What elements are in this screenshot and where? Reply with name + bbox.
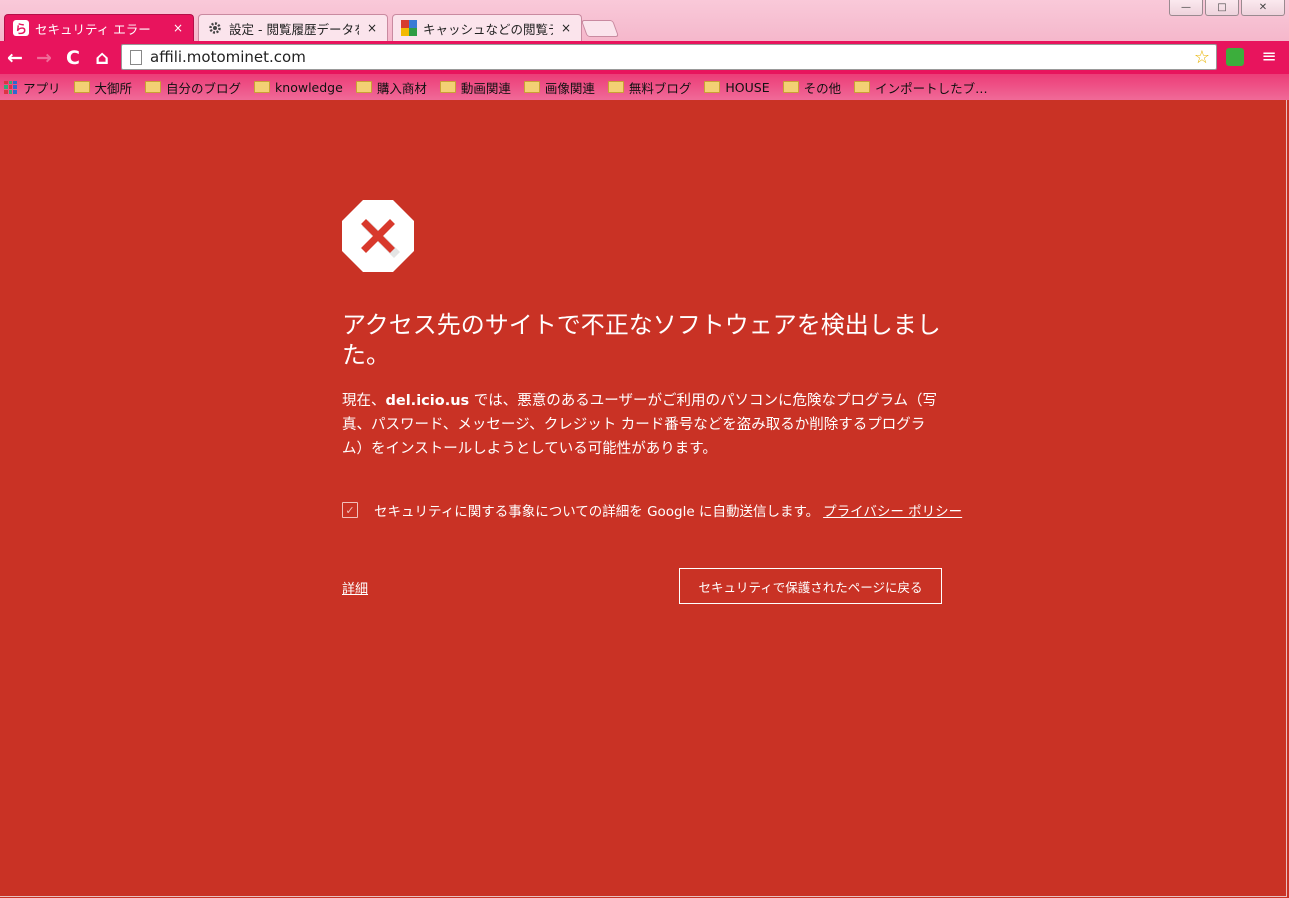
tab-close-icon[interactable]: × [365,21,379,35]
reload-button[interactable]: C [59,44,87,72]
home-button[interactable]: ⌂ [88,44,116,72]
browser-toolbar: ← → C ⌂ affili.motominet.com ☆ ≡ [0,41,1289,74]
folder-icon [523,81,540,93]
folder-icon [355,81,372,93]
page-title: アクセス先のサイトで不正なソフトウェアを検出しました。 [342,311,941,369]
bookmark-folder[interactable]: HOUSE [704,79,770,95]
bookmark-folder[interactable]: 自分のブログ [145,78,241,97]
tab-settings[interactable]: 設定 - 閲覧履歴データを × [198,14,388,41]
maximize-button[interactable]: □ [1205,0,1239,16]
tab-cache-article[interactable]: キャッシュなどの閲覧デ × [392,14,582,41]
details-link[interactable]: 詳細 [342,578,368,597]
page-icon [130,49,142,65]
bookmark-label: 無料ブログ [628,80,692,96]
bookmark-label: 動画関連 [460,80,511,96]
folder-icon [782,81,799,93]
rakuten-favicon-icon: ら [13,20,29,36]
tab-title: セキュリティ エラー [35,21,151,37]
bookmark-label: knowledge [275,79,343,95]
report-checkbox[interactable]: ✓ [342,502,358,518]
tab-close-icon[interactable]: × [171,21,185,35]
warning-explanation: 現在、del.icio.us では、悪意のあるユーザーがご利用のパソコンに危険な… [342,389,944,461]
tab-close-icon[interactable]: × [559,21,573,35]
minimize-button[interactable]: — [1169,0,1203,16]
explanation-prefix: 現在、 [342,393,386,409]
malicious-site-name: del.icio.us [385,393,470,409]
privacy-policy-link[interactable]: プライバシー ポリシー [823,500,962,520]
bookmarks-bar: アプリ 大御所 自分のブログ knowledge 購入商材 動画関連 画像関連 … [0,74,1289,100]
bookmark-star-icon[interactable]: ☆ [1190,47,1214,68]
bookmark-label: アプリ [23,80,61,96]
tab-title: 設定 - 閲覧履歴データを [229,21,359,37]
bookmark-apps[interactable]: アプリ [4,78,61,97]
tab-security-error[interactable]: ら セキュリティ エラー × [4,14,194,41]
bookmark-folder[interactable]: 動画関連 [439,78,511,97]
apps-grid-icon [4,80,17,94]
url-text[interactable]: affili.motominet.com [150,48,1190,66]
bookmark-label: インポートしたブ… [875,80,988,96]
back-to-safety-button[interactable]: セキュリティで保護されたページに戻る [679,568,942,604]
menu-icon[interactable]: ≡ [1258,46,1280,68]
forward-button[interactable]: → [30,44,58,72]
folder-icon [145,81,162,93]
new-tab-button[interactable] [580,20,620,37]
bookmark-folder[interactable]: 画像関連 [523,78,595,97]
bookmark-folder[interactable]: インポートしたブ… [854,78,988,97]
folder-icon [854,81,871,93]
bookmark-folder[interactable]: 無料ブログ [607,78,692,97]
address-bar[interactable]: affili.motominet.com ☆ [121,44,1217,70]
bookmark-label: 購入商材 [376,80,427,96]
report-label: セキュリティに関する事象についての詳細を Google に自動送信します。 [374,504,820,520]
bookmark-folder[interactable]: 大御所 [73,78,133,97]
tab-title: キャッシュなどの閲覧デ [423,21,553,37]
gear-icon [207,20,223,36]
folder-icon [254,81,271,93]
back-button[interactable]: ← [1,44,29,72]
bookmark-label: その他 [803,80,842,96]
bookmark-folder[interactable]: 購入商材 [355,78,427,97]
malware-warning-icon [342,200,414,272]
folder-icon [704,81,721,93]
report-option: ✓ セキュリティに関する事象についての詳細を Google に自動送信します。 … [342,500,962,520]
malware-warning-page: アクセス先のサイトで不正なソフトウェアを検出しました。 現在、del.icio.… [0,100,1287,897]
bookmark-folder[interactable]: knowledge [254,80,343,95]
bookmark-folder[interactable]: その他 [782,78,842,97]
bookmark-label: 自分のブログ [166,80,242,96]
close-window-button[interactable]: ✕ [1241,0,1285,16]
bookmark-label: 大御所 [94,80,133,96]
title-bar: — □ ✕ ら セキュリティ エラー × 設定 - 閲覧履歴データを × キャッ… [0,0,1289,42]
folder-icon [73,81,90,93]
folder-icon [439,81,456,93]
extension-icon[interactable] [1226,48,1244,66]
window-controls: — □ ✕ [1169,0,1285,16]
bookmark-label: 画像関連 [544,80,595,96]
google-icon [401,20,417,36]
folder-icon [607,81,624,93]
bookmark-label: HOUSE [725,79,770,95]
